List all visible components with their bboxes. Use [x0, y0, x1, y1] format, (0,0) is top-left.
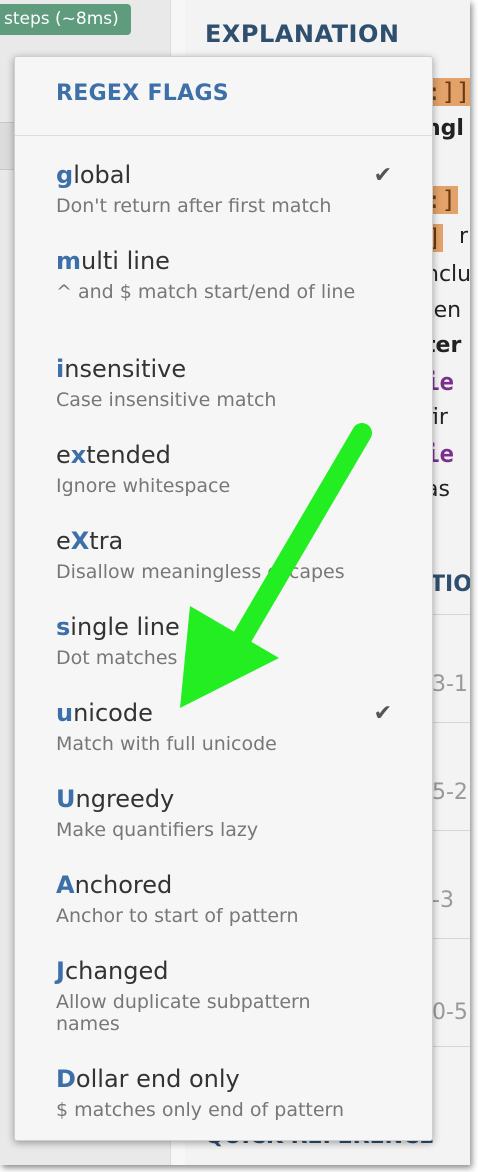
- flag-label: Dollar end only: [56, 1065, 240, 1093]
- divider: [430, 938, 470, 939]
- flag-description: Match with full unicode: [56, 733, 277, 755]
- divider: [430, 1046, 470, 1047]
- flag-label: unicode: [56, 699, 153, 727]
- flag-description: Allow duplicate subpattern names: [56, 991, 311, 1035]
- match-row[interactable]: -3: [432, 888, 454, 913]
- flag-label: insensitive: [56, 355, 187, 383]
- match-row[interactable]: 3-1: [432, 672, 468, 697]
- app-window: steps (~8ms) EXPLANATION :]] ngl :] ] r …: [0, 0, 470, 1165]
- flag-label: eXtra: [56, 527, 124, 555]
- flag-label: extended: [56, 441, 171, 469]
- menu-header: REGEX FLAGS: [15, 57, 432, 136]
- match-row[interactable]: 5-2: [432, 780, 468, 805]
- flag-description: Case insensitive match: [56, 389, 277, 411]
- divider: [430, 614, 470, 615]
- flag-label: Anchored: [56, 871, 173, 899]
- flag-label: single line: [56, 613, 180, 641]
- flag-label: Ungreedy: [56, 785, 175, 813]
- divider: [430, 830, 470, 831]
- check-icon: ✔: [373, 163, 392, 188]
- flag-description: Disallow meaningless escapes: [56, 561, 345, 583]
- flag-label: Jchanged: [56, 957, 169, 985]
- check-icon: ✔: [373, 701, 392, 726]
- flag-description: ^ and $ match start/end of line: [56, 281, 356, 303]
- divider: [430, 722, 470, 723]
- flag-label: multi line: [56, 247, 170, 275]
- flag-description: Anchor to start of pattern: [56, 905, 299, 927]
- flag-description: Don't return after first match: [56, 195, 332, 217]
- left-input-edge: [0, 122, 14, 170]
- section-title: TIO: [430, 572, 470, 597]
- steps-badge: steps (~8ms): [0, 4, 131, 35]
- regex-flags-menu: REGEX FLAGS global Don't return after fi…: [14, 56, 433, 1141]
- flag-description: Ignore whitespace: [56, 475, 231, 497]
- explanation-title: EXPLANATION: [205, 20, 400, 48]
- flag-description: Dot matches newline: [56, 647, 258, 669]
- flag-description: $ matches only end of pattern: [56, 1099, 345, 1121]
- code-fragment: r: [459, 224, 469, 249]
- match-row[interactable]: 0-5: [432, 1000, 468, 1025]
- flag-label: global: [56, 161, 132, 189]
- flag-description: Make quantifiers lazy: [56, 819, 259, 841]
- menu-title: REGEX FLAGS: [56, 81, 229, 106]
